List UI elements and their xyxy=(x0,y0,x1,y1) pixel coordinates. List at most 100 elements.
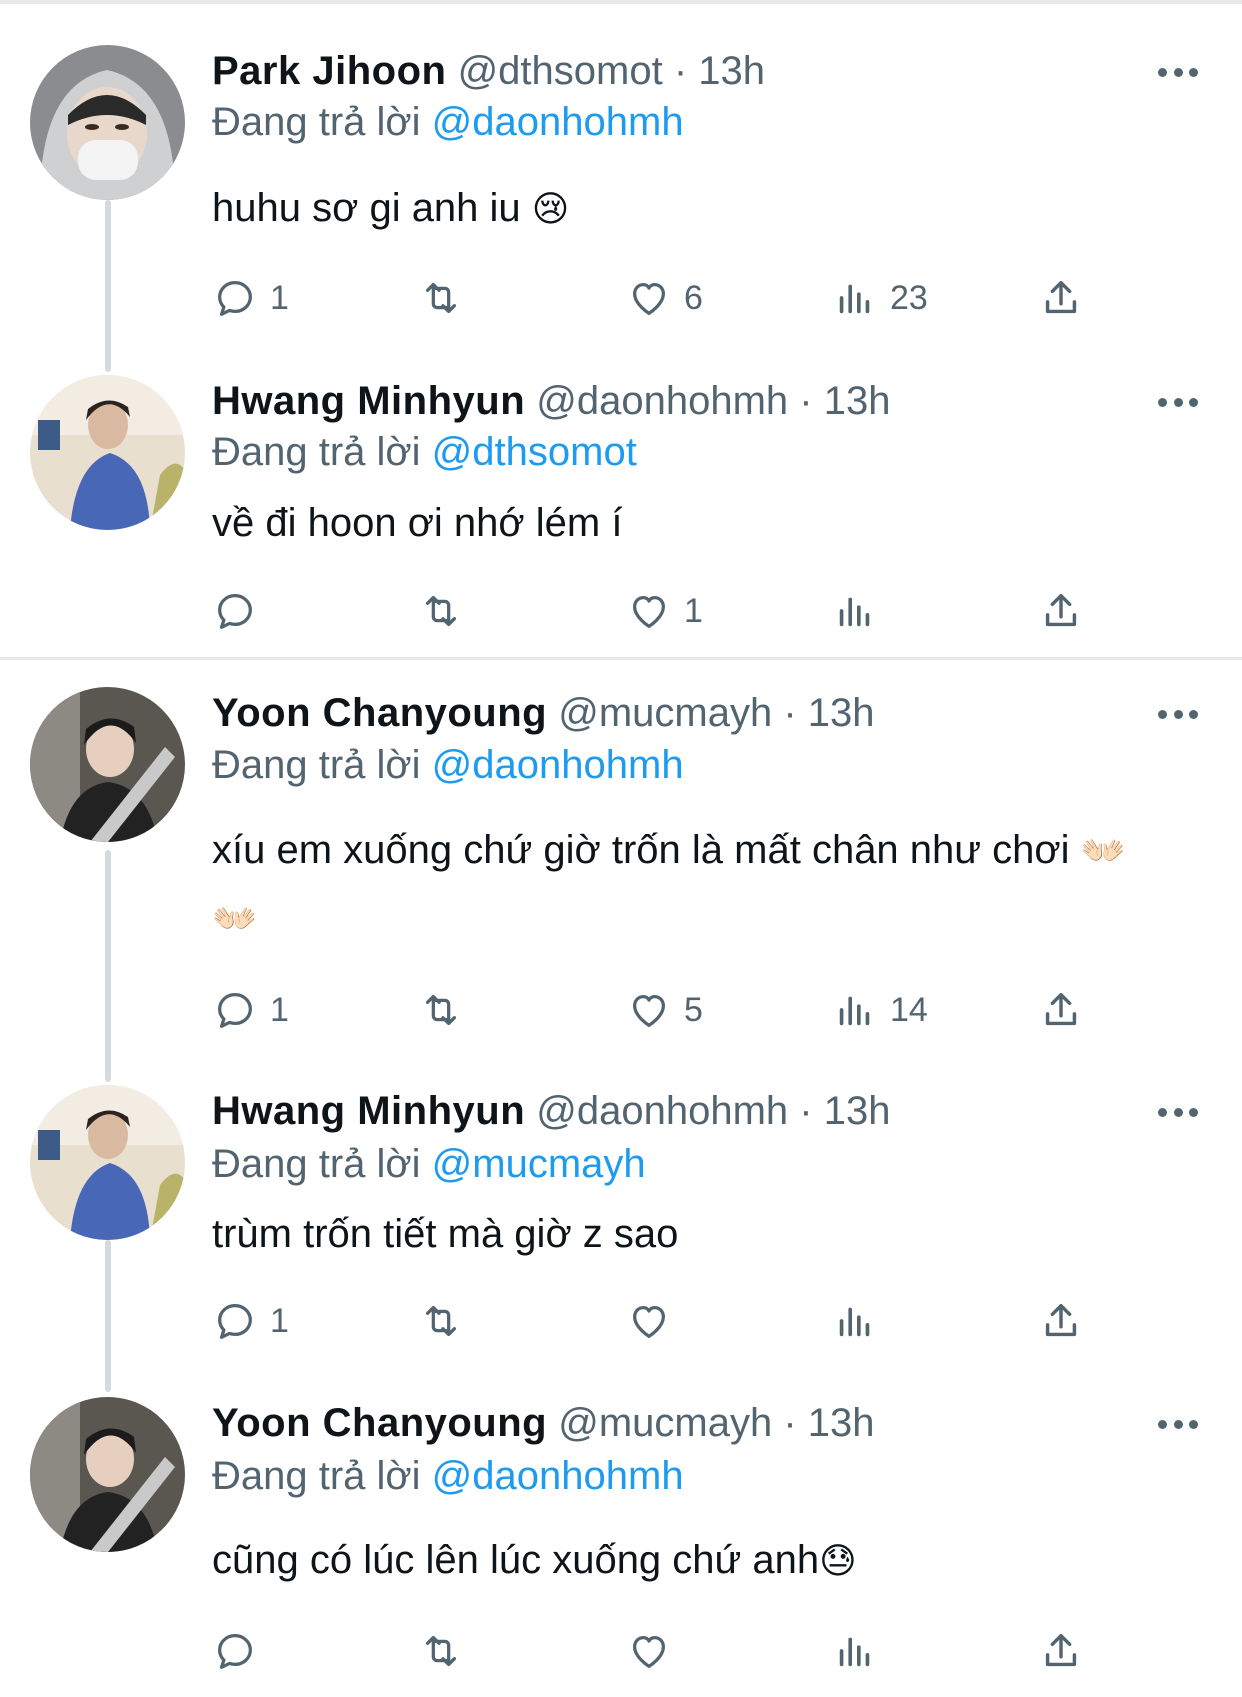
avatar[interactable] xyxy=(30,1085,185,1240)
timestamp[interactable]: 13h xyxy=(698,49,765,93)
reply-icon xyxy=(218,1304,252,1339)
avatar[interactable] xyxy=(30,45,185,200)
user-handle[interactable]: @mucmayh xyxy=(558,691,772,735)
tweet-header: Park Jihoon @dthsomot · 13h xyxy=(212,48,765,94)
retweet-button[interactable] xyxy=(418,585,476,637)
share-button[interactable] xyxy=(1038,272,1084,324)
share-icon xyxy=(1045,280,1077,314)
replying-to-link[interactable]: @daonhohmh xyxy=(432,1454,684,1498)
display-name[interactable]: Hwang Minhyun xyxy=(212,379,525,423)
like-button[interactable]: 1 xyxy=(626,585,703,637)
tweet-actions: 1 xyxy=(0,1295,1242,1347)
views-button[interactable] xyxy=(832,1295,890,1347)
more-icon[interactable] xyxy=(1158,392,1198,412)
user-handle[interactable]: @dthsomot xyxy=(458,49,663,93)
like-button[interactable]: 5 xyxy=(626,984,703,1036)
share-button[interactable] xyxy=(1038,984,1084,1036)
user-handle[interactable]: @daonhohmh xyxy=(536,379,788,423)
avatar-image xyxy=(30,687,185,842)
tweet-text: về đi hoon ơi nhớ lém í xyxy=(212,498,622,548)
share-icon xyxy=(1045,1633,1077,1667)
replying-to-link[interactable]: @daonhohmh xyxy=(432,743,684,787)
heart-icon xyxy=(632,1305,666,1338)
sweat-emoji: 😓 xyxy=(819,1541,857,1582)
user-handle[interactable]: @daonhohmh xyxy=(536,1089,788,1133)
retweet-button[interactable] xyxy=(418,1625,476,1677)
avatar[interactable] xyxy=(30,375,185,530)
more-icon[interactable] xyxy=(1158,62,1198,82)
tweet-text: xíu em xuống chứ giờ trốn là mất chân nh… xyxy=(212,825,1126,877)
avatar-image xyxy=(30,375,185,530)
display-name[interactable]: Yoon Chanyoung xyxy=(212,1401,547,1445)
tweet-text-content: về đi hoon ơi nhớ lém í xyxy=(212,501,623,545)
views-icon xyxy=(839,597,870,627)
replying-to-label: Đang trả lời xyxy=(212,743,421,787)
tweet-text-content: huhu sơ gi anh iu xyxy=(212,186,521,230)
reply-button[interactable] xyxy=(212,1625,270,1677)
share-button[interactable] xyxy=(1038,1625,1084,1677)
retweet-button[interactable] xyxy=(418,984,476,1036)
display-name[interactable]: Park Jihoon xyxy=(212,49,446,93)
more-icon[interactable] xyxy=(1158,704,1198,724)
retweet-button[interactable] xyxy=(418,1295,476,1347)
views-icon xyxy=(839,284,870,314)
replying-to-link[interactable]: @daonhohmh xyxy=(432,100,684,144)
top-border xyxy=(0,0,1242,4)
retweet-button[interactable] xyxy=(418,272,476,324)
thread-divider xyxy=(0,657,1242,660)
views-button[interactable] xyxy=(832,1625,890,1677)
tweet-header: Yoon Chanyoung @mucmayh · 13h xyxy=(212,690,875,736)
timestamp[interactable]: 13h xyxy=(824,379,891,423)
share-icon xyxy=(1045,992,1077,1026)
timestamp[interactable]: 13h xyxy=(808,1401,875,1445)
retweet-icon xyxy=(425,595,457,627)
avatar[interactable] xyxy=(30,1397,185,1552)
user-handle[interactable]: @mucmayh xyxy=(558,1401,772,1445)
like-button[interactable] xyxy=(626,1625,684,1677)
thread-line xyxy=(105,850,111,1082)
views-button[interactable] xyxy=(832,585,890,637)
heart-icon xyxy=(632,1635,666,1668)
avatar[interactable] xyxy=(30,687,185,842)
reply-count: 1 xyxy=(270,278,289,317)
display-name[interactable]: Hwang Minhyun xyxy=(212,1089,525,1133)
tweet-actions xyxy=(0,1625,1242,1677)
display-name[interactable]: Yoon Chanyoung xyxy=(212,691,547,735)
like-count: 6 xyxy=(684,278,703,317)
tweet-actions: 1 xyxy=(0,585,1242,637)
timestamp[interactable]: 13h xyxy=(824,1089,891,1133)
more-icon[interactable] xyxy=(1158,1102,1198,1122)
views-button[interactable]: 14 xyxy=(832,984,928,1036)
heart-icon xyxy=(632,282,666,315)
separator-dot: · xyxy=(799,379,813,423)
views-button[interactable]: 23 xyxy=(832,272,928,324)
share-button[interactable] xyxy=(1038,1295,1084,1347)
tweet-text-content: cũng có lúc lên lúc xuống chứ anh xyxy=(212,1538,820,1582)
replying-to-label: Đang trả lời xyxy=(212,430,421,474)
share-button[interactable] xyxy=(1038,585,1084,637)
reply-button[interactable] xyxy=(212,585,270,637)
tweet-text: cũng có lúc lên lúc xuống chứ anh😓 xyxy=(212,1535,857,1587)
reply-button[interactable]: 1 xyxy=(212,272,289,324)
reply-button[interactable]: 1 xyxy=(212,1295,289,1347)
share-icon xyxy=(1045,1303,1077,1337)
crying-emoji: 😢 xyxy=(531,189,570,230)
more-icon[interactable] xyxy=(1158,1414,1198,1434)
like-count: 1 xyxy=(684,591,703,630)
replying-to-link[interactable]: @dthsomot xyxy=(432,430,637,474)
replying-to-label: Đang trả lời xyxy=(212,1142,421,1186)
tweet-text-line2: 👐🏻 xyxy=(212,893,257,945)
replying-to: Đang trả lời @dthsomot xyxy=(212,428,637,476)
replying-to-link[interactable]: @mucmayh xyxy=(432,1142,646,1186)
reply-count: 1 xyxy=(270,1301,289,1340)
timestamp[interactable]: 13h xyxy=(808,691,875,735)
replying-to: Đang trả lời @mucmayh xyxy=(212,1140,646,1188)
like-button[interactable] xyxy=(626,1295,684,1347)
separator-dot: · xyxy=(799,1089,813,1133)
open-hands-emoji: 👐🏻 xyxy=(212,899,257,940)
retweet-icon xyxy=(425,1635,457,1667)
reply-button[interactable]: 1 xyxy=(212,984,289,1036)
like-button[interactable]: 6 xyxy=(626,272,703,324)
views-icon xyxy=(839,1307,870,1337)
avatar-image xyxy=(30,1085,185,1240)
